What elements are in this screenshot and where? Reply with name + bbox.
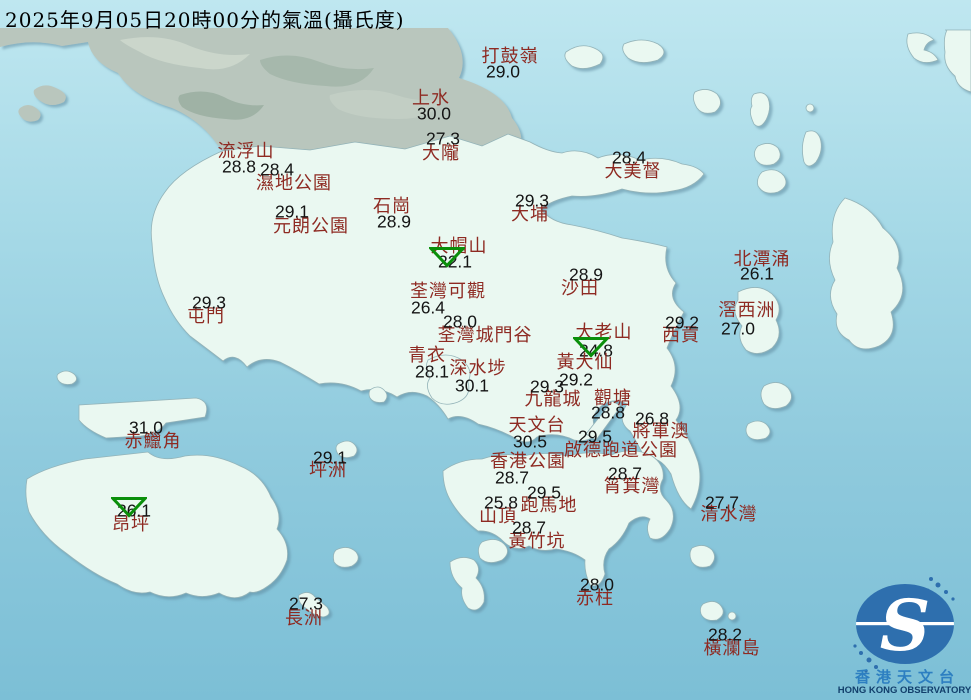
temperature-map-page: S 2025年9月05日20時00分的氣溫(攝氏度) 打鼓嶺29.0上水30.0… — [0, 0, 971, 700]
station-temperature: 28.1 — [415, 363, 449, 381]
station-temperature: 27.3 — [289, 595, 323, 613]
station-temperature: 28.8 — [591, 404, 625, 422]
peak-triangle-icon — [111, 497, 147, 522]
station-temperature: 28.2 — [708, 626, 742, 644]
station-temperature: 27.7 — [705, 494, 739, 512]
station-temperature: 29.0 — [486, 63, 520, 81]
page-title: 2025年9月05日20時00分的氣溫(攝氏度) — [5, 4, 405, 33]
station-temperature: 28.7 — [512, 519, 546, 537]
station-temperature: 28.4 — [612, 149, 646, 167]
station-temperature: 26.8 — [635, 410, 669, 428]
station-temperature: 27.0 — [721, 320, 755, 338]
station-temperature: 28.7 — [608, 465, 642, 483]
station-temperature: 31.0 — [129, 419, 163, 437]
station-temperature: 29.2 — [665, 314, 699, 332]
station-temperature: 28.4 — [260, 161, 294, 179]
station-temperature: 30.0 — [417, 105, 451, 123]
station-temperature: 29.3 — [192, 294, 226, 312]
station-temperature: 28.8 — [222, 158, 256, 176]
station-temperature: 26.1 — [740, 265, 774, 283]
logo-name-zh: 香港天文台 — [838, 666, 971, 687]
station-temperature: 29.1 — [313, 449, 347, 467]
station-temperature: 29.5 — [527, 484, 561, 502]
station-temperature: 29.3 — [515, 192, 549, 210]
station-temperature: 29.3 — [530, 378, 564, 396]
hko-logo-captions: 香港天文台 HONG KONG OBSERVATORY — [838, 574, 971, 700]
station-temperature: 27.3 — [426, 130, 460, 148]
station-temperature: 28.9 — [377, 213, 411, 231]
station-temperature: 28.7 — [495, 469, 529, 487]
station-temperature: 28.0 — [580, 576, 614, 594]
station-temperature: 28.0 — [443, 313, 477, 331]
station-temperature: 29.1 — [275, 203, 309, 221]
peak-triangle-icon — [573, 337, 609, 362]
logo-name-en: HONG KONG OBSERVATORY — [834, 685, 971, 696]
station-temperature: 29.5 — [578, 428, 612, 446]
station-temperature: 28.9 — [569, 266, 603, 284]
station-temperature: 25.8 — [484, 494, 518, 512]
station-temperature: 29.2 — [559, 371, 593, 389]
peak-triangle-icon — [429, 247, 465, 272]
station-temperature: 30.1 — [455, 377, 489, 395]
station-temperature: 26.4 — [411, 299, 445, 317]
station-label-layer: 打鼓嶺29.0上水30.0大隴27.3流浮山28.8濕地公園28.4元朗公園29… — [0, 0, 971, 700]
station-temperature: 30.5 — [513, 433, 547, 451]
